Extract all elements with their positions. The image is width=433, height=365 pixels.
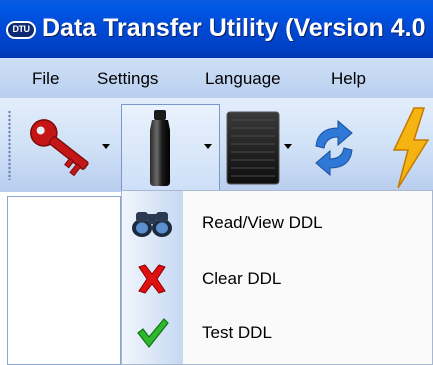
key-icon xyxy=(30,119,89,177)
menu-item-test-ddl[interactable]: Test DDL xyxy=(122,308,432,358)
refresh-icon xyxy=(315,119,353,177)
binoculars-icon xyxy=(132,212,172,237)
refresh-tool-button[interactable] xyxy=(308,118,360,178)
power-tool-button[interactable] xyxy=(384,106,433,190)
menu-settings[interactable]: Settings xyxy=(97,69,158,89)
usb-drive-icon xyxy=(150,110,170,186)
menu-item-label: Read/View DDL xyxy=(202,213,323,232)
menu-item-read-view-ddl[interactable]: Read/View DDL xyxy=(122,198,432,248)
red-x-icon xyxy=(138,264,166,294)
card-reader-tool-button[interactable] xyxy=(225,108,281,188)
card-reader-dropdown-arrow[interactable] xyxy=(284,144,292,149)
left-panel[interactable] xyxy=(7,196,121,365)
menu-bar: File Settings Language Help xyxy=(0,58,433,98)
menu-item-clear-ddl[interactable]: Clear DDL xyxy=(122,254,432,304)
card-reader-icon xyxy=(226,111,280,185)
app-icon[interactable]: DTU xyxy=(6,21,36,39)
key-tool-button[interactable] xyxy=(18,104,98,184)
menu-item-label: Clear DDL xyxy=(202,269,282,288)
key-dropdown-arrow[interactable] xyxy=(102,144,110,149)
usb-tool-button[interactable] xyxy=(140,108,180,188)
toolbar-grip[interactable] xyxy=(8,110,11,180)
usb-dropdown-menu: Read/View DDL Clear DDL Test DDL xyxy=(121,190,433,365)
app-icon-text: DTU xyxy=(12,24,31,34)
menu-help[interactable]: Help xyxy=(331,69,366,89)
window-title: Data Transfer Utility (Version 4.0 xyxy=(42,14,426,42)
title-bar[interactable]: DTU Data Transfer Utility (Version 4.0 xyxy=(0,0,433,58)
green-check-icon xyxy=(137,318,169,348)
menu-file[interactable]: File xyxy=(32,69,59,89)
usb-dropdown-arrow[interactable] xyxy=(204,144,212,149)
menu-language[interactable]: Language xyxy=(205,69,281,89)
lightning-icon xyxy=(392,107,430,189)
menu-item-label: Test DDL xyxy=(202,323,272,342)
